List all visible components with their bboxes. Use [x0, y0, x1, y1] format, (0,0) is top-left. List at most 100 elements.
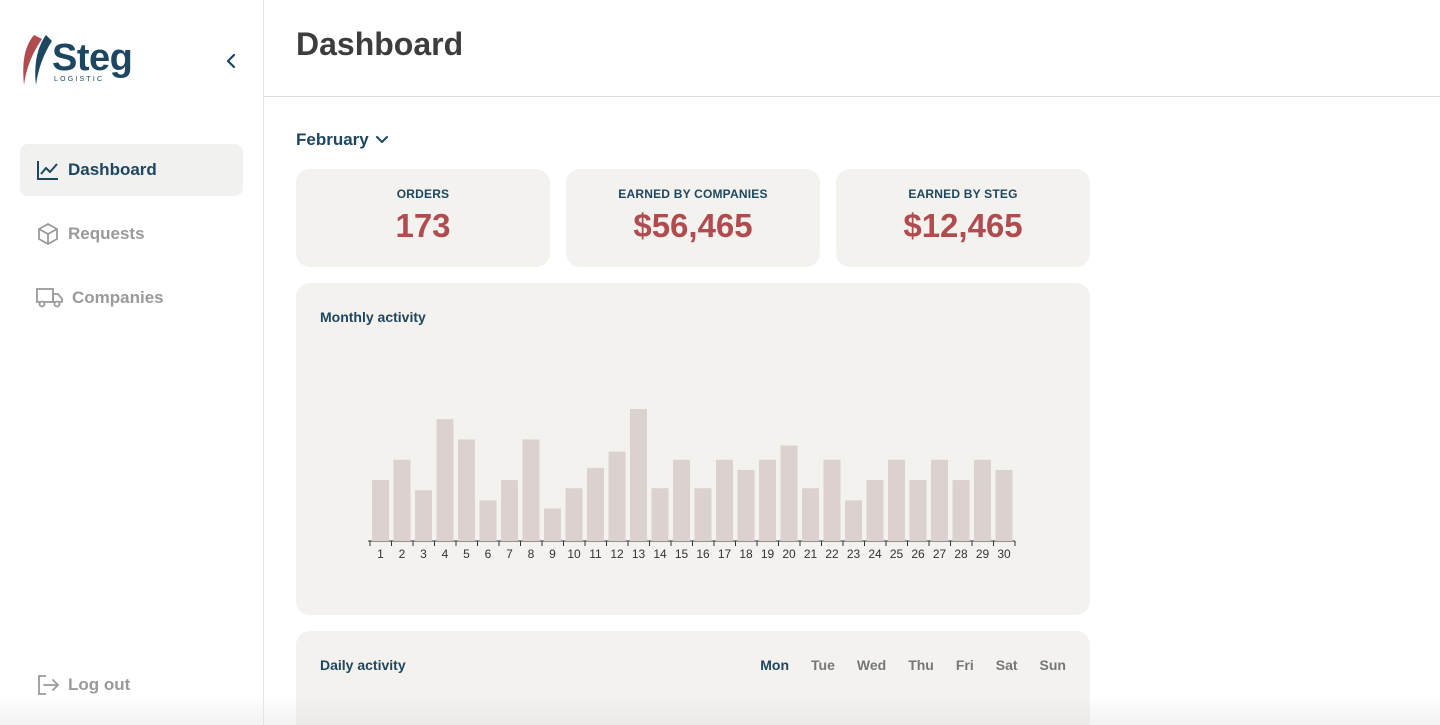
x-tick-label: 10: [567, 547, 581, 561]
x-tick-label: 2: [399, 547, 406, 561]
bar-day-6: [479, 500, 497, 541]
logo-swoosh-icon: [23, 35, 52, 85]
daily-activity-card: Daily activity Mon Tue Wed Thu Fri Sat S…: [296, 631, 1090, 725]
month-dropdown-value: February: [296, 130, 369, 149]
stat-label: EARNED BY STEG: [908, 187, 1018, 201]
bar-day-1: [372, 480, 389, 541]
x-tick-label: 30: [997, 547, 1011, 561]
tab-wed[interactable]: Wed: [857, 657, 886, 673]
stat-label: ORDERS: [396, 187, 450, 201]
logo-wordmark: Steg: [52, 37, 133, 79]
bar-day-25: [888, 459, 905, 541]
sidebar-item-label: Requests: [68, 224, 145, 243]
x-tick-label: 12: [610, 547, 624, 561]
bar-day-27: [931, 459, 948, 541]
tab-sun[interactable]: Sun: [1040, 657, 1066, 673]
sidebar-item-dashboard[interactable]: Dashboard: [20, 144, 243, 196]
x-tick-label: 13: [632, 547, 646, 561]
tab-sat[interactable]: Sat: [996, 657, 1018, 673]
chart-line-icon: [36, 158, 60, 182]
x-tick-label: 26: [911, 547, 925, 561]
box-icon: [36, 222, 60, 246]
x-tick-label: 23: [847, 547, 861, 561]
x-tick-label: 29: [976, 547, 990, 561]
x-tick-label: 17: [718, 547, 732, 561]
logout-icon: [36, 673, 60, 697]
bar-day-22: [823, 459, 841, 541]
stat-value: 173: [395, 207, 451, 244]
month-dropdown[interactable]: February: [296, 130, 389, 150]
stat-card-earned-by-steg: EARNED BY STEG $12,465: [836, 169, 1090, 267]
x-tick-label: 8: [528, 547, 535, 561]
bar-day-7: [501, 480, 518, 541]
stat-card-earned-by-companies: EARNED BY COMPANIES $56,465: [566, 169, 820, 267]
sidebar-item-companies[interactable]: Companies: [20, 272, 243, 324]
bar-day-5: [458, 439, 475, 541]
bar-day-28: [952, 480, 970, 541]
daily-activity-title: Daily activity: [320, 657, 406, 673]
bar-day-15: [673, 459, 690, 541]
x-tick-label: 18: [739, 547, 753, 561]
bar-day-30: [995, 469, 1013, 541]
app-root: Steg LOGISTIC Dashboard Requests Compani…: [0, 0, 1440, 725]
bar-day-26: [909, 480, 927, 541]
collapse-sidebar-button[interactable]: [222, 52, 240, 70]
x-tick-label: 27: [933, 547, 947, 561]
sidebar-item-requests[interactable]: Requests: [20, 208, 243, 260]
x-tick-label: 14: [653, 547, 667, 561]
bar-day-23: [845, 500, 862, 541]
x-tick-label: 19: [761, 547, 775, 561]
sidebar: Steg LOGISTIC Dashboard Requests Compani…: [0, 0, 264, 725]
bar-day-10: [565, 488, 583, 541]
bar-day-16: [694, 488, 712, 541]
bar-day-13: [630, 409, 647, 541]
stat-value: $12,465: [903, 207, 1023, 244]
logo: Steg LOGISTIC: [20, 33, 140, 87]
x-tick-label: 4: [442, 547, 449, 561]
bar-day-11: [587, 467, 604, 541]
x-tick-label: 16: [696, 547, 710, 561]
bar-day-2: [393, 459, 411, 541]
logout-button[interactable]: Log out: [36, 673, 130, 697]
bar-day-19: [759, 459, 776, 541]
bar-day-14: [651, 488, 669, 541]
sidebar-item-label: Companies: [72, 288, 164, 307]
logout-label: Log out: [68, 675, 131, 694]
chevron-left-icon: [226, 54, 236, 68]
x-tick-label: 3: [420, 547, 427, 561]
truck-icon: [36, 286, 64, 310]
monthly-activity-card: Monthly activity 1 2 3 4 5 6 7 8 9 10 11 12 13 14 15 16…: [296, 283, 1090, 615]
x-tick-label: 20: [782, 547, 796, 561]
x-tick-label: 11: [589, 547, 602, 561]
x-tick-label: 25: [890, 547, 904, 561]
tab-tue[interactable]: Tue: [811, 657, 835, 673]
monthly-activity-chart: 1 2 3 4 5 6 7 8 9 10 11 12 13 14 15 16 17 18 19 20 21 22 23 24 2…: [368, 409, 1016, 561]
stat-label: EARNED BY COMPANIES: [618, 187, 768, 201]
stat-value: $56,465: [633, 207, 753, 244]
bar-day-9: [544, 508, 561, 541]
x-tick-label: 24: [868, 547, 882, 561]
tab-fri[interactable]: Fri: [956, 657, 974, 673]
bar-day-20: [780, 445, 798, 541]
bar-day-3: [415, 490, 432, 541]
sidebar-nav: Dashboard Requests Companies: [20, 144, 243, 336]
tab-thu[interactable]: Thu: [908, 657, 934, 673]
bar-day-17: [716, 459, 733, 541]
page-title: Dashboard: [296, 26, 464, 62]
bar-day-18: [737, 469, 755, 541]
bar-day-21: [802, 488, 819, 541]
x-tick-label: 22: [825, 547, 839, 561]
x-tick-label: 15: [675, 547, 689, 561]
bar-day-8: [522, 439, 540, 541]
bar-day-29: [974, 459, 991, 541]
bar-day-4: [436, 419, 454, 541]
stat-card-orders: ORDERS 173: [296, 169, 550, 267]
bar-day-24: [866, 480, 884, 541]
x-tick-label: 1: [377, 547, 384, 561]
x-tick-label: 7: [506, 547, 513, 561]
logo-tagline: LOGISTIC: [54, 76, 105, 83]
x-tick-label: 6: [485, 547, 492, 561]
tab-mon[interactable]: Mon: [760, 657, 789, 673]
x-tick-label: 9: [549, 547, 556, 561]
sidebar-item-label: Dashboard: [68, 160, 157, 179]
